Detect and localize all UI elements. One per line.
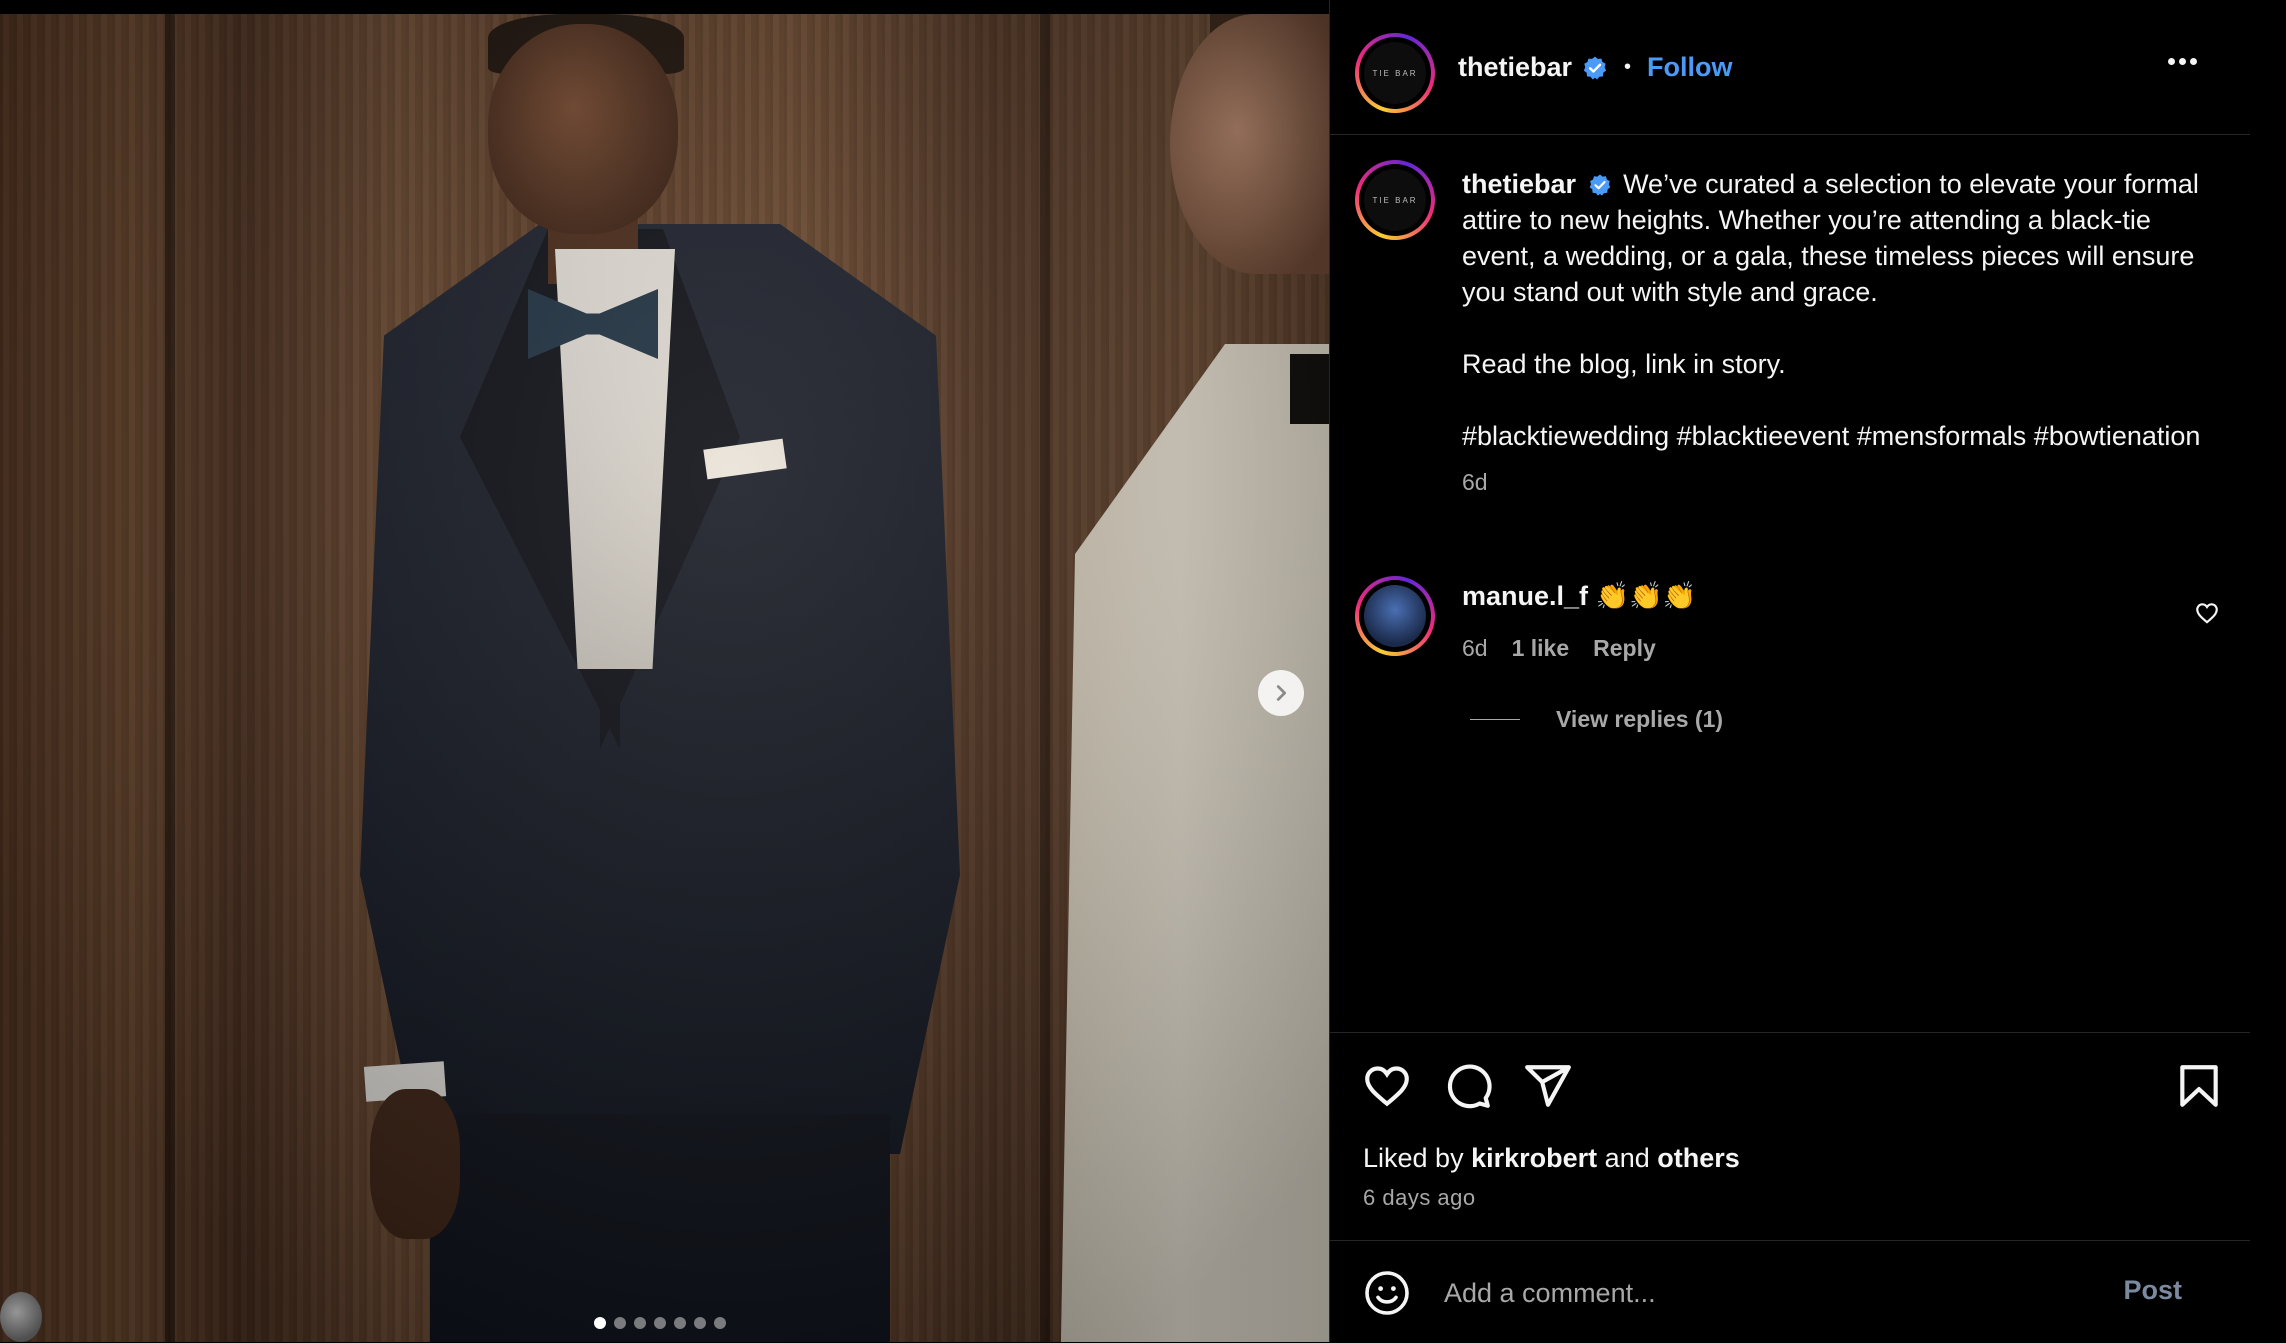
- action-bar: Liked by kirkrobert and others 6 days ag…: [1330, 1032, 2250, 1243]
- follow-button[interactable]: Follow: [1647, 52, 1732, 83]
- post-comment-button[interactable]: Post: [2123, 1275, 2182, 1306]
- carousel-dots: [594, 1317, 726, 1329]
- view-replies-button[interactable]: View replies (1): [1470, 706, 1723, 733]
- comment-text: 👏👏👏: [1595, 581, 1697, 611]
- chevron-right-icon: [1276, 685, 1287, 701]
- avatar-logo-text: TIE BAR: [1364, 169, 1426, 231]
- caption-text: Read the blog, link in story.: [1462, 349, 1786, 379]
- liked-user[interactable]: kirkrobert: [1471, 1143, 1597, 1173]
- commenter-photo: [1364, 585, 1426, 647]
- verified-icon: [1589, 174, 1610, 196]
- carousel-dot[interactable]: [634, 1317, 646, 1329]
- comment-input[interactable]: [1442, 1265, 2066, 1321]
- photo-shading: [0, 14, 1329, 1342]
- post-sidebar: TIE BAR thetiebar • Follow TIE BAR theti…: [1329, 0, 2250, 1342]
- post-date: 6 days ago: [1363, 1185, 1476, 1210]
- liked-and: and: [1604, 1143, 1650, 1173]
- commenter-avatar[interactable]: [1355, 576, 1435, 656]
- comment-time: 6d: [1462, 635, 1488, 661]
- top-strip: [0, 0, 1329, 14]
- avatar-logo-text: TIE BAR: [1364, 42, 1426, 104]
- emoji-icon[interactable]: [1363, 1269, 1411, 1317]
- comment-icon[interactable]: [1443, 1061, 1493, 1111]
- author-username[interactable]: thetiebar: [1458, 52, 1572, 83]
- like-icon[interactable]: [1362, 1061, 1412, 1111]
- add-comment-bar: Post: [1330, 1240, 2250, 1343]
- save-icon[interactable]: [2174, 1061, 2224, 1111]
- share-icon[interactable]: [1523, 1061, 1573, 1111]
- carousel-dot[interactable]: [654, 1317, 666, 1329]
- verified-icon: [1583, 56, 1607, 79]
- caption-timestamp: 6d: [1462, 469, 1488, 495]
- reply-button[interactable]: Reply: [1593, 635, 1656, 662]
- carousel-dot[interactable]: [714, 1317, 726, 1329]
- view-replies-label: View replies (1): [1556, 706, 1724, 732]
- comment-likes[interactable]: 1 like: [1512, 635, 1570, 662]
- post-header: TIE BAR thetiebar • Follow: [1330, 0, 2250, 135]
- comment: manue.l_f 👏👏👏: [1462, 580, 1696, 612]
- caption-avatar[interactable]: TIE BAR: [1355, 160, 1435, 240]
- carousel-dot[interactable]: [594, 1317, 606, 1329]
- commenter-username[interactable]: manue.l_f: [1462, 581, 1588, 611]
- author-avatar[interactable]: TIE BAR: [1355, 33, 1435, 113]
- replies-line: [1470, 719, 1520, 720]
- separator-dot: •: [1624, 56, 1632, 78]
- post-caption: thetiebar We’ve curated a selection to e…: [1462, 166, 2202, 500]
- caption-hashtags[interactable]: #blacktiewedding #blacktieevent #mensfor…: [1462, 418, 2202, 454]
- post-image[interactable]: [0, 14, 1329, 1342]
- more-options-button[interactable]: [2168, 52, 2208, 82]
- more-icon: [2168, 58, 2175, 65]
- liked-others[interactable]: others: [1657, 1143, 1740, 1173]
- caption-username[interactable]: thetiebar: [1462, 169, 1576, 199]
- liked-prefix: Liked by: [1363, 1143, 1464, 1173]
- carousel-dot[interactable]: [694, 1317, 706, 1329]
- liked-by: Liked by kirkrobert and others: [1363, 1143, 1740, 1174]
- carousel-dot[interactable]: [614, 1317, 626, 1329]
- carousel-dot[interactable]: [674, 1317, 686, 1329]
- comment-meta: 6d 1 like Reply: [1462, 635, 1656, 662]
- next-slide-button[interactable]: [1258, 670, 1304, 716]
- heart-small-icon[interactable]: [2194, 600, 2220, 626]
